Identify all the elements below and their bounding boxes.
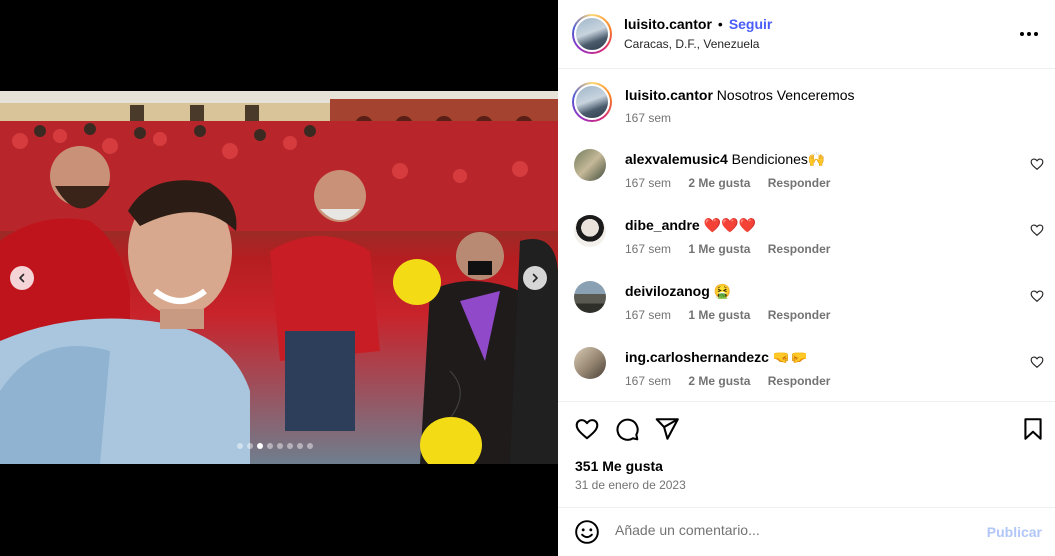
author-username[interactable]: luisito.cantor <box>624 16 712 32</box>
more-options-button[interactable] <box>1017 22 1041 46</box>
comment-likes[interactable]: 2 Me gusta <box>688 176 750 190</box>
chevron-right-icon <box>532 273 538 283</box>
comment-meta: 167 sem 2 Me gusta Responder <box>625 176 844 190</box>
caption-text: Nosotros Venceremos <box>716 87 855 103</box>
comment-meta: 167 sem 1 Me gusta Responder <box>625 308 844 322</box>
reply-button[interactable]: Responder <box>768 242 831 256</box>
likes-count[interactable]: 351 Me gusta <box>575 458 663 474</box>
publish-button[interactable]: Publicar <box>987 524 1042 540</box>
carousel-dot <box>277 443 283 449</box>
like-heart-icon[interactable] <box>574 416 600 442</box>
share-send-icon[interactable] <box>654 416 680 442</box>
comment-text: 🤮 <box>713 283 732 299</box>
caption-time[interactable]: 167 sem <box>625 111 671 125</box>
post-location[interactable]: Caracas, D.F., Venezuela <box>624 37 759 51</box>
post-actions: 351 Me gusta 31 de enero de 2023 <box>558 401 1055 512</box>
comment-avatar[interactable] <box>574 281 606 313</box>
carousel-dot <box>237 443 243 449</box>
post-photo <box>0 91 558 464</box>
comment-text: Bendiciones🙌 <box>731 151 826 167</box>
comment-meta: 167 sem 2 Me gusta Responder <box>625 374 844 388</box>
comment-time[interactable]: 167 sem <box>625 176 671 190</box>
like-comment-heart-icon[interactable] <box>1030 289 1044 303</box>
comment-text-line: deivilozanog 🤮 <box>625 283 731 300</box>
reply-button[interactable]: Responder <box>768 374 831 388</box>
comment-text-line: ing.carloshernandezc 🤜🤛 <box>625 349 808 366</box>
like-comment-heart-icon[interactable] <box>1030 355 1044 369</box>
comment-likes[interactable]: 1 Me gusta <box>688 242 750 256</box>
separator: • <box>717 16 723 32</box>
comment-input[interactable] <box>615 522 975 538</box>
comment-time[interactable]: 167 sem <box>625 242 671 256</box>
comment-likes[interactable]: 1 Me gusta <box>688 308 750 322</box>
caption-username[interactable]: luisito.cantor <box>625 87 713 103</box>
caption-avatar[interactable] <box>572 82 612 122</box>
carousel-dot <box>287 443 293 449</box>
reply-button[interactable]: Responder <box>768 176 831 190</box>
post-details-panel: luisito.cantor • Seguir Caracas, D.F., Ven… <box>558 0 1055 556</box>
photo-illustration <box>0 91 558 464</box>
comment-username[interactable]: ing.carloshernandezc <box>625 349 769 365</box>
carousel-dot <box>247 443 253 449</box>
reply-button[interactable]: Responder <box>768 308 831 322</box>
carousel-dot <box>297 443 303 449</box>
comment-username[interactable]: dibe_andre <box>625 217 700 233</box>
comment-username[interactable]: alexvalemusic4 <box>625 151 728 167</box>
carousel-dot-active <box>257 443 263 449</box>
carousel-indicator <box>237 443 313 449</box>
comment-text-line: dibe_andre ❤️❤️❤️ <box>625 217 756 234</box>
comment-likes[interactable]: 2 Me gusta <box>688 374 750 388</box>
follow-button[interactable]: Seguir <box>729 16 773 32</box>
add-comment-bar: Publicar <box>558 507 1055 556</box>
author-avatar[interactable] <box>572 14 612 54</box>
like-comment-heart-icon[interactable] <box>1030 157 1044 171</box>
save-bookmark-icon[interactable] <box>1020 416 1046 442</box>
comment-avatar[interactable] <box>574 215 606 247</box>
comment-username[interactable]: deivilozanog <box>625 283 710 299</box>
post-media <box>0 0 558 556</box>
post-date[interactable]: 31 de enero de 2023 <box>575 478 686 492</box>
previous-slide-button[interactable] <box>10 266 34 290</box>
comments-section: luisito.cantor Nosotros Venceremos 167 s… <box>558 69 1055 401</box>
comment-time[interactable]: 167 sem <box>625 308 671 322</box>
comment-text-line: alexvalemusic4 Bendiciones🙌 <box>625 151 825 168</box>
caption-meta: 167 sem <box>625 111 685 125</box>
comment-time[interactable]: 167 sem <box>625 374 671 388</box>
comment-text: 🤜🤛 <box>772 349 808 365</box>
like-comment-heart-icon[interactable] <box>1030 223 1044 237</box>
chevron-left-icon <box>19 273 25 283</box>
carousel-dot <box>307 443 313 449</box>
carousel-dot <box>267 443 273 449</box>
caption-text-line: luisito.cantor Nosotros Venceremos <box>625 87 855 103</box>
next-slide-button[interactable] <box>523 266 547 290</box>
comment-avatar[interactable] <box>574 347 606 379</box>
comment-text: ❤️❤️❤️ <box>703 217 756 233</box>
emoji-smiley-icon[interactable] <box>574 519 600 545</box>
comment-avatar[interactable] <box>574 149 606 181</box>
more-options-icon <box>1020 32 1038 36</box>
comment-meta: 167 sem 1 Me gusta Responder <box>625 242 844 256</box>
post-header: luisito.cantor • Seguir Caracas, D.F., Ven… <box>558 0 1055 69</box>
comment-bubble-icon[interactable] <box>614 416 640 442</box>
